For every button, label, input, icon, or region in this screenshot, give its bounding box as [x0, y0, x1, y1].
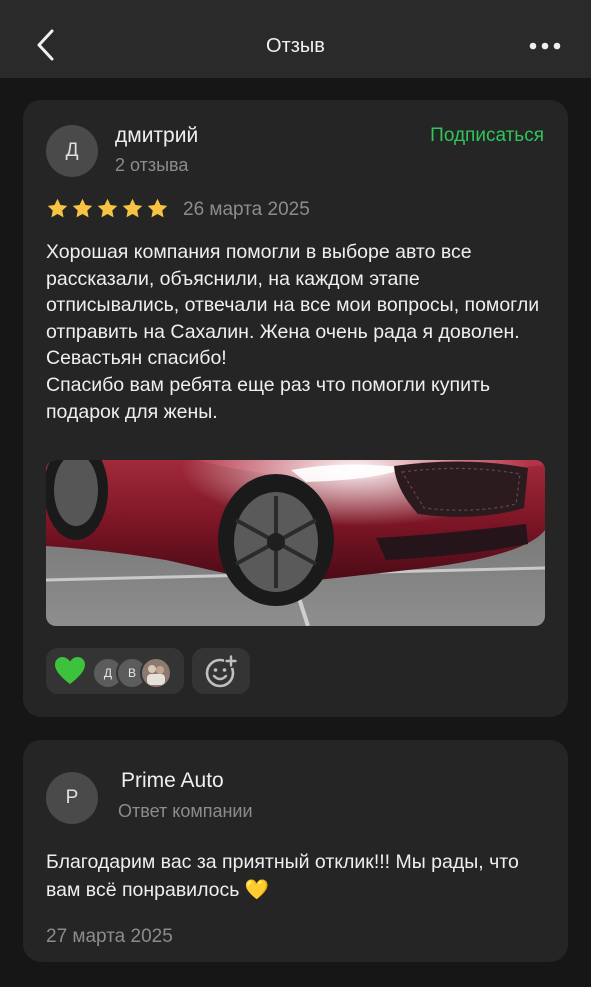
page-title: Отзыв — [266, 35, 325, 57]
user-photo-icon — [147, 665, 165, 685]
review-date: 26 марта 2025 — [183, 199, 310, 220]
company-avatar[interactable]: P — [46, 772, 98, 824]
review-photo[interactable] — [46, 460, 545, 626]
review-card: Д дмитрий 2 отзыва Подписаться 26 марта … — [23, 100, 568, 717]
subscribe-button[interactable]: Подписаться — [430, 125, 544, 147]
star-rating — [46, 197, 169, 220]
star-icon — [47, 198, 68, 218]
author-name[interactable]: дмитрий — [115, 124, 198, 148]
car-photo — [46, 460, 545, 626]
star-icon — [147, 198, 168, 218]
star-icon — [72, 198, 93, 218]
reactions-summary[interactable]: Д В — [46, 648, 184, 694]
company-reply-label: Ответ компании — [118, 801, 253, 821]
green-heart-icon — [55, 657, 85, 684]
add-reaction-button[interactable] — [192, 648, 250, 694]
reaction-avatar-photo — [140, 657, 172, 689]
top-bar: Отзыв — [0, 0, 591, 78]
reply-text: Благодарим вас за приятный отклик!!! Мы … — [46, 851, 519, 901]
company-name[interactable]: Prime Auto — [121, 769, 224, 793]
reply-date: 27 марта 2025 — [46, 926, 173, 947]
more-horizontal-icon — [529, 42, 561, 50]
add-reaction-icon — [205, 654, 238, 688]
company-reply-card: P Prime Auto Ответ компании Благодарим в… — [23, 740, 568, 962]
review-screen: Отзыв Д дмитрий 2 отзыва Подписаться 26 … — [0, 0, 591, 987]
review-text: Хорошая компания помогли в выборе авто в… — [46, 241, 540, 423]
star-icon — [97, 198, 118, 218]
author-avatar[interactable]: Д — [46, 125, 98, 177]
author-review-count: 2 отзыва — [115, 155, 189, 175]
more-button[interactable] — [526, 36, 566, 58]
star-icon — [122, 198, 143, 218]
